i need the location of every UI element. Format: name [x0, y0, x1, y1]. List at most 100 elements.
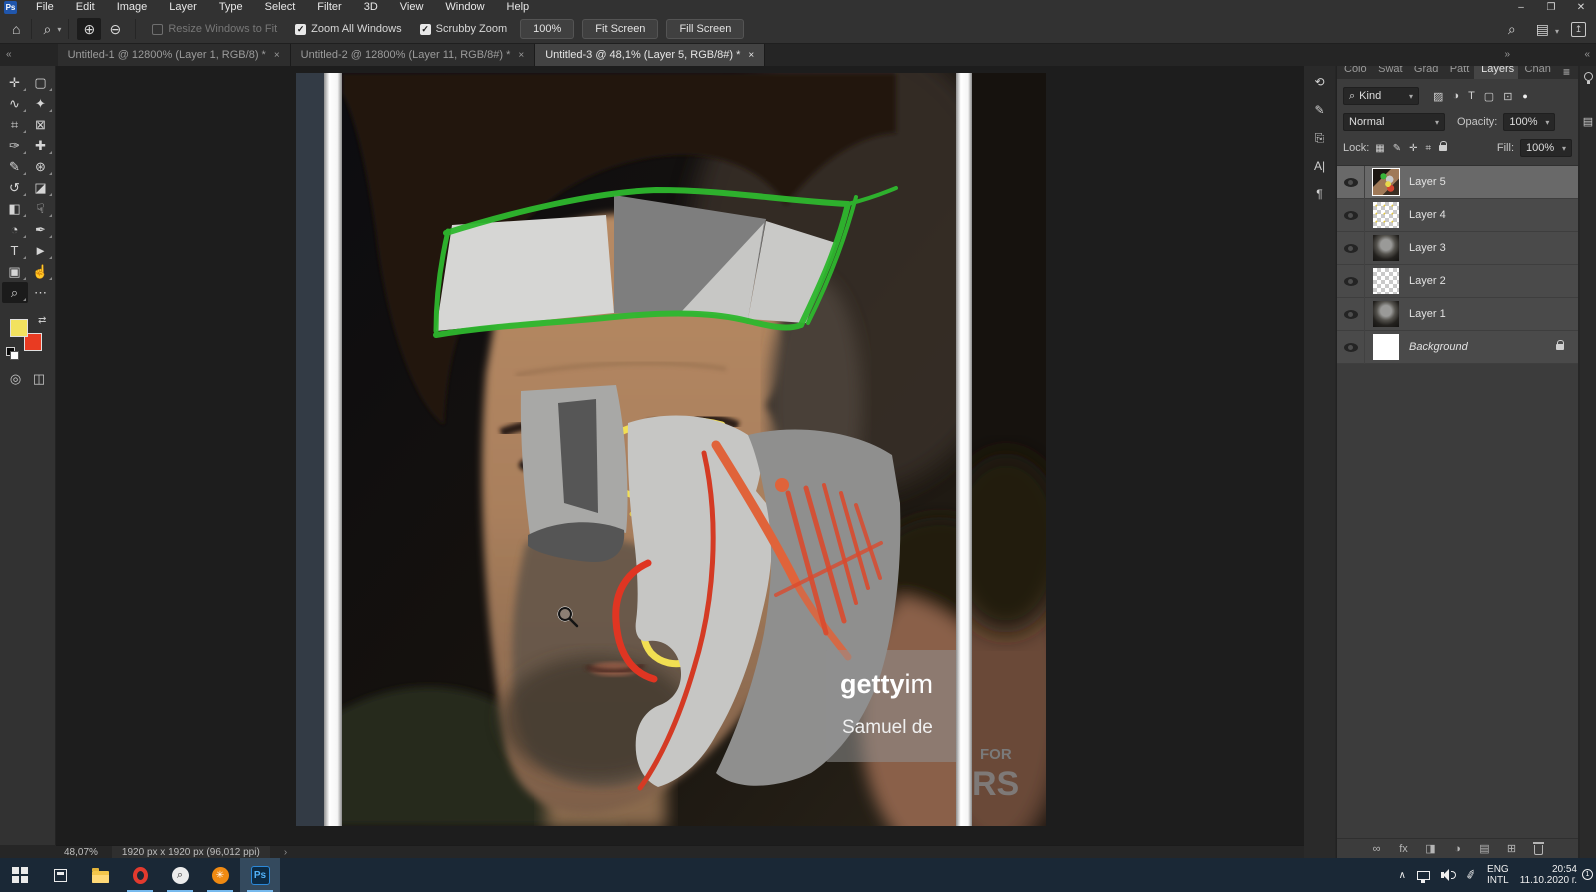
layer-name[interactable]: Layer 4: [1409, 209, 1446, 221]
home-icon[interactable]: ⌂: [8, 21, 24, 37]
pen-tablet-icon[interactable]: ✐: [1464, 867, 1477, 883]
history-panel-icon[interactable]: ⟲: [1307, 70, 1333, 94]
network-icon[interactable]: [1416, 870, 1430, 883]
fit-screen-button[interactable]: Fit Screen: [582, 19, 659, 39]
tool-eraser[interactable]: ◪: [28, 177, 54, 198]
layer-thumbnail[interactable]: [1373, 169, 1399, 195]
fill-screen-button[interactable]: Fill Screen: [666, 19, 745, 39]
visibility-toggle[interactable]: [1337, 264, 1365, 298]
opera-button[interactable]: [120, 858, 160, 892]
menu-item[interactable]: Layer: [158, 0, 208, 15]
blend-mode-select[interactable]: Normal ▾: [1343, 113, 1445, 131]
start-button[interactable]: [0, 858, 40, 892]
layer-thumbnail[interactable]: [1373, 202, 1399, 228]
filter-type-layers-icon[interactable]: T: [1468, 90, 1475, 102]
lock-paint-icon[interactable]: ✎: [1393, 143, 1401, 154]
layer-row-layer-3[interactable]: Layer 3: [1337, 231, 1578, 265]
lock-all-icon[interactable]: [1439, 141, 1448, 151]
zoom-all-windows-checkbox[interactable]: ✓ Zoom All Windows: [295, 23, 402, 35]
new-group-icon[interactable]: ▤: [1479, 842, 1491, 855]
lock-position-icon[interactable]: ✛: [1409, 143, 1417, 154]
document-tab[interactable]: Untitled-2 @ 12800% (Layer 11, RGB/8#) *…: [290, 44, 536, 66]
clone-source-panel-icon[interactable]: ⎘: [1307, 126, 1333, 150]
layer-style-icon[interactable]: fx: [1398, 843, 1410, 855]
tool-lasso[interactable]: ∿: [2, 93, 28, 114]
tool-object-selection[interactable]: ✦: [28, 93, 54, 114]
tool-pen[interactable]: ✒: [28, 219, 54, 240]
collapse-toolbar-icon[interactable]: «: [0, 44, 18, 66]
tab-close-icon[interactable]: ×: [748, 50, 754, 61]
checkbox-checked-icon[interactable]: ✓: [419, 23, 431, 35]
zoom-100-button[interactable]: 100%: [520, 19, 575, 39]
zoom-in-button[interactable]: ⊕: [77, 18, 102, 40]
tool-gradient[interactable]: ◧: [2, 198, 28, 219]
lock-transparency-icon[interactable]: ▦: [1375, 143, 1384, 154]
tab-close-icon[interactable]: ×: [518, 50, 524, 61]
layer-thumbnail[interactable]: [1373, 235, 1399, 261]
tool-zoom[interactable]: ⌕: [1, 282, 28, 303]
panel-menu-icon[interactable]: ≡: [1555, 65, 1578, 79]
tool-hand[interactable]: ☝: [28, 261, 54, 282]
workspace-switcher[interactable]: ▤ ▾: [1532, 21, 1559, 38]
layer-name[interactable]: Layer 3: [1409, 242, 1446, 254]
layer-thumbnail[interactable]: [1373, 334, 1399, 360]
brush-settings-panel-icon[interactable]: ✎: [1307, 98, 1333, 122]
canvas-document[interactable]: gettyim Samuel de FOR RS: [296, 73, 1046, 826]
tool-healing-brush[interactable]: ✚: [28, 135, 54, 156]
status-zoom-value[interactable]: 48,07%: [64, 847, 98, 858]
menu-item[interactable]: File: [25, 0, 65, 15]
layer-filter-kind[interactable]: ⌕ Kind ▾: [1343, 87, 1419, 105]
tool-path-selection[interactable]: ►: [28, 240, 54, 261]
visibility-toggle[interactable]: [1337, 231, 1365, 265]
zoom-out-button[interactable]: ⊖: [103, 18, 127, 40]
layer-thumbnail[interactable]: [1373, 301, 1399, 327]
layer-row-layer-5[interactable]: Layer 5: [1337, 165, 1578, 199]
discover-icon[interactable]: [1583, 72, 1593, 84]
tool-frame[interactable]: ⊠: [28, 114, 54, 135]
layer-name[interactable]: Layer 1: [1409, 308, 1446, 320]
tool-dodge[interactable]: ◔: [2, 219, 28, 240]
tool-history-brush[interactable]: ↺: [2, 177, 28, 198]
checkbox-checked-icon[interactable]: ✓: [295, 23, 307, 35]
tab-overflow-icon[interactable]: »: [1504, 44, 1510, 66]
character-panel-icon[interactable]: A|: [1307, 154, 1333, 178]
layer-row-layer-4[interactable]: Layer 4: [1337, 198, 1578, 232]
asterisk-app-button[interactable]: ✳: [200, 858, 240, 892]
menu-item[interactable]: Image: [106, 0, 159, 15]
paragraph-panel-icon[interactable]: ¶: [1307, 182, 1333, 206]
photoshop-taskbar-button[interactable]: Ps: [240, 858, 280, 892]
default-colors-icon[interactable]: [6, 347, 19, 360]
link-layers-icon[interactable]: ∞: [1371, 843, 1383, 855]
fill-value[interactable]: 100% ▾: [1520, 139, 1572, 157]
minimize-button[interactable]: –: [1506, 0, 1536, 15]
filter-pixel-layers-icon[interactable]: ▨: [1433, 90, 1443, 103]
screen-mode-icon[interactable]: ◫: [33, 371, 45, 387]
tool-move[interactable]: ✛: [2, 72, 28, 93]
lock-artboard-icon[interactable]: ⌗: [1426, 143, 1432, 154]
menu-item[interactable]: Select: [254, 0, 307, 15]
visibility-toggle[interactable]: [1337, 165, 1365, 199]
volume-icon[interactable]: [1440, 869, 1456, 881]
layer-row-background[interactable]: Background: [1337, 330, 1578, 364]
menu-item[interactable]: 3D: [353, 0, 389, 15]
tray-expand-icon[interactable]: ∧: [1399, 870, 1406, 881]
filter-smart-objects-icon[interactable]: ⊡: [1503, 90, 1512, 103]
foreground-color-swatch[interactable]: [10, 319, 28, 337]
menu-item[interactable]: Filter: [306, 0, 352, 15]
libraries-icon[interactable]: ▤: [1583, 115, 1593, 128]
menu-item[interactable]: Window: [434, 0, 495, 15]
document-tab[interactable]: Untitled-3 @ 48,1% (Layer 5, RGB/8#) * ×: [535, 44, 766, 66]
layer-name[interactable]: Layer 5: [1409, 176, 1446, 188]
visibility-toggle[interactable]: [1337, 330, 1365, 364]
quick-mask-icon[interactable]: ◎: [10, 371, 21, 387]
opacity-value[interactable]: 100% ▾: [1503, 113, 1556, 131]
restore-button[interactable]: ❐: [1536, 0, 1566, 15]
menu-item[interactable]: Type: [208, 0, 254, 15]
tool-brush[interactable]: ✎: [2, 156, 28, 177]
tool-smudge[interactable]: ☟: [28, 198, 54, 219]
menu-item[interactable]: Edit: [65, 0, 106, 15]
share-icon[interactable]: ↥: [1571, 21, 1586, 37]
visibility-toggle[interactable]: [1337, 198, 1365, 232]
tool-clone-stamp[interactable]: ⊛: [28, 156, 54, 177]
new-layer-icon[interactable]: ⊞: [1506, 842, 1518, 855]
